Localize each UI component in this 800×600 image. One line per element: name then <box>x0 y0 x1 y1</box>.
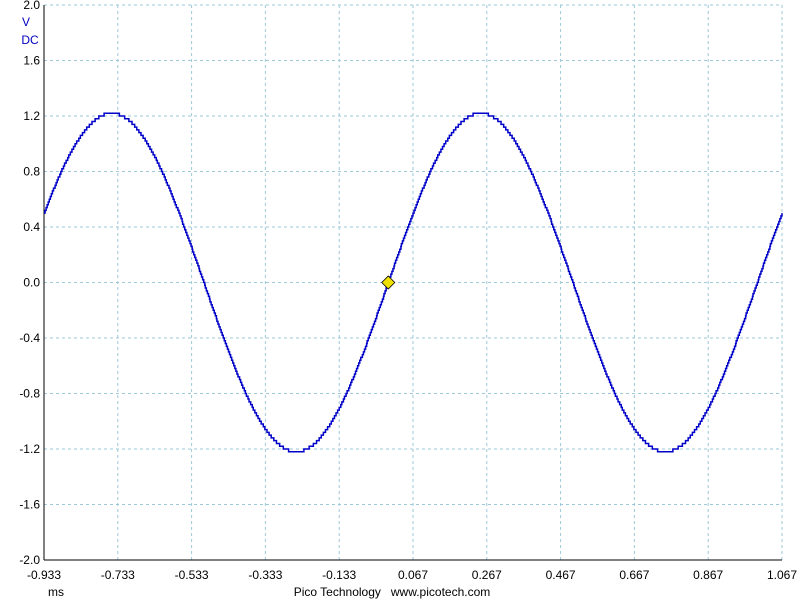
y-tick-label: 0.0 <box>23 276 40 290</box>
y-tick-label: 1.6 <box>23 54 40 68</box>
x-tick-label: 0.867 <box>693 568 723 582</box>
y-unit-label-v: V <box>22 15 30 29</box>
oscilloscope-chart: 2.0 1.6 1.2 0.8 0.4 0.0 -0.4 -0.8 -1.2 -1.6 -2.0 -… <box>0 0 800 600</box>
x-tick-label: -0.933 <box>27 568 61 582</box>
x-tick-label: 0.667 <box>619 568 649 582</box>
plot-background <box>0 0 800 600</box>
x-tick-label: -0.133 <box>322 568 356 582</box>
x-axis-unit-label: ms <box>48 585 64 599</box>
y-tick-label: -1.6 <box>19 498 40 512</box>
y-unit-label-dc: DC <box>21 33 39 47</box>
x-tick-label: -0.333 <box>248 568 282 582</box>
y-tick-label: -0.8 <box>19 387 40 401</box>
y-tick-label: -1.2 <box>19 442 40 456</box>
y-tick-label: -2.0 <box>19 553 40 567</box>
x-tick-label: 0.067 <box>398 568 428 582</box>
x-tick-label: -0.733 <box>101 568 135 582</box>
x-tick-label: 1.067 <box>767 568 797 582</box>
y-tick-label: -0.4 <box>19 331 40 345</box>
footer-brand: Pico Technology www.picotech.com <box>294 585 491 599</box>
y-tick-label: 2.0 <box>23 0 40 12</box>
y-tick-label: 1.2 <box>23 109 40 123</box>
x-tick-label: 0.467 <box>546 568 576 582</box>
x-tick-label: -0.533 <box>175 568 209 582</box>
y-tick-label: 0.4 <box>23 220 40 234</box>
x-tick-label: 0.267 <box>472 568 502 582</box>
y-tick-label: 0.8 <box>23 165 40 179</box>
